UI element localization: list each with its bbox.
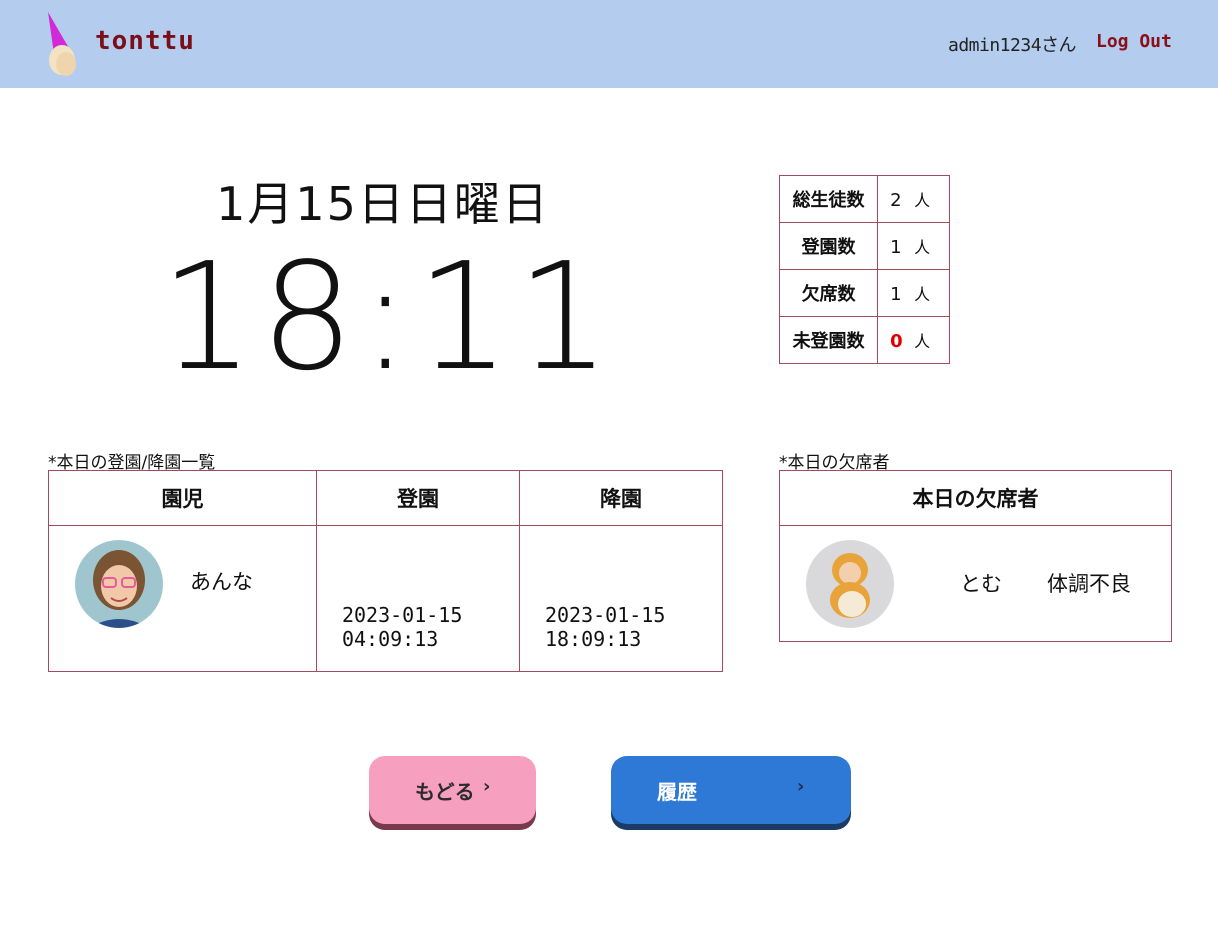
stat-label: 総生徒数: [778, 175, 879, 223]
back-button[interactable]: もどる ›: [369, 756, 536, 824]
attendance-table: 園児 登園 降園 あんな 2023-01-15 04:09:13 2023-01-…: [48, 470, 724, 672]
table-row: あんな 2023-01-15 04:09:13 2023-01-15 18:09:1…: [48, 525, 724, 672]
history-button-label: 履歴: [657, 780, 697, 804]
stats-row-total: 総生徒数 2人: [778, 175, 950, 223]
absent-child-name: とむ: [960, 572, 1002, 596]
stat-value: 1: [890, 237, 902, 258]
current-time: 18:11: [160, 231, 617, 403]
stats-row-absent: 欠席数 1人: [778, 269, 950, 317]
brand-name[interactable]: tonttu: [95, 26, 195, 56]
absent-reason: 体調不良: [1047, 572, 1131, 596]
history-button[interactable]: 履歴 ›: [611, 756, 851, 824]
child-avatar: [75, 540, 163, 628]
leave-timestamp: 2023-01-15 18:09:13: [544, 603, 666, 651]
gnome-logo-icon[interactable]: [44, 10, 86, 78]
stat-label: 欠席数: [778, 269, 879, 317]
absent-table: 本日の欠席者 とむ 体調不良: [779, 470, 1172, 642]
arrive-timestamp: 2023-01-15 04:09:13: [341, 603, 463, 651]
app-header: tonttu admin1234さん Log Out: [0, 0, 1218, 88]
absent-avatar: [806, 540, 894, 628]
stat-label: 登園数: [778, 222, 879, 270]
current-date: 1月15日日曜日: [216, 177, 550, 231]
attendance-header-row: 園児 登園 降園: [48, 470, 724, 526]
stats-table: 総生徒数 2人 登園数 1人 欠席数 1人 未登園数 0人: [778, 175, 950, 364]
column-header-arrive: 登園: [315, 470, 520, 526]
stat-unit: 人: [914, 238, 931, 257]
stat-value: 2: [890, 190, 902, 211]
stat-unit: 人: [914, 285, 931, 304]
logout-link[interactable]: Log Out: [1096, 31, 1172, 52]
stat-unit: 人: [914, 332, 931, 351]
column-header-leave: 降園: [518, 470, 724, 526]
column-header-child: 園児: [48, 470, 317, 526]
absent-header: 本日の欠席者: [779, 470, 1172, 526]
stat-unit: 人: [914, 191, 931, 210]
stats-row-arrived: 登園数 1人: [778, 222, 950, 270]
child-name: あんな: [190, 570, 253, 594]
stats-row-not-arrived: 未登園数 0人: [778, 316, 950, 364]
back-button-label: もどる: [415, 780, 475, 804]
stat-label: 未登園数: [778, 316, 879, 364]
table-row: とむ 体調不良: [779, 525, 1172, 642]
stat-value: 0: [890, 331, 903, 352]
current-user: admin1234さん: [948, 35, 1077, 56]
stat-value: 1: [890, 284, 902, 305]
chevron-right-icon: ›: [483, 776, 491, 797]
chevron-right-icon: ›: [797, 776, 805, 797]
